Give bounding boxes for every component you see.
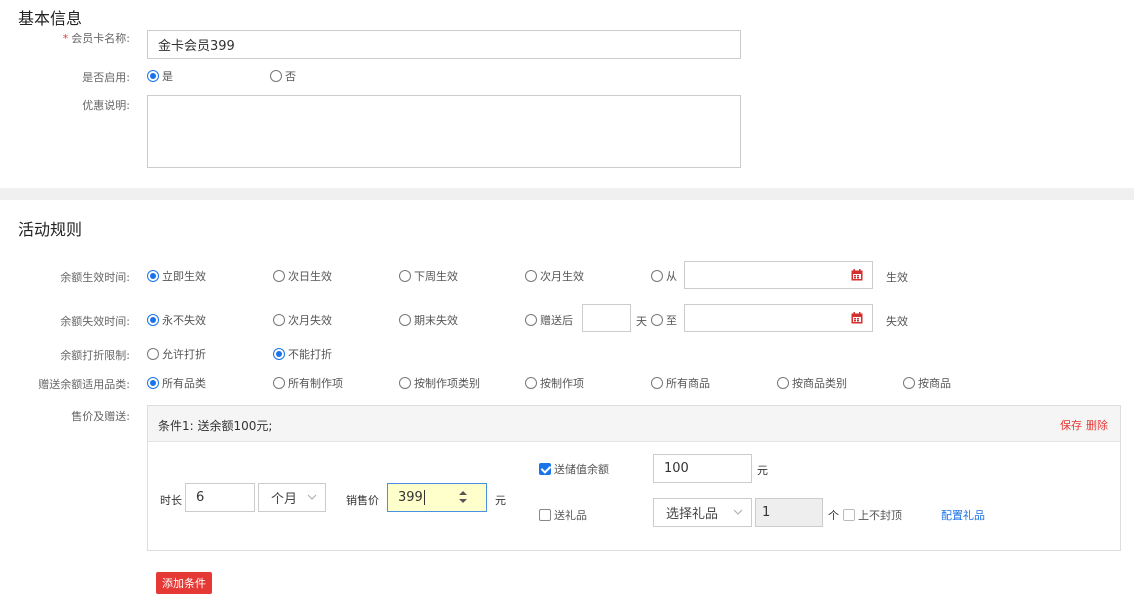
condition-title: 条件1: 送余额100元; <box>158 419 273 433</box>
radio-unchecked-icon <box>147 348 159 360</box>
radio-unchecked-icon <box>273 314 285 326</box>
discount-deny-radio[interactable]: 不能打折 <box>273 346 332 362</box>
sale-price-label: 销售价 <box>346 494 379 507</box>
category-by-goods-type-radio[interactable]: 按商品类别 <box>777 375 847 391</box>
expire-until-radio[interactable]: 至 <box>651 312 677 328</box>
category-label: 赠送余额适用品类: <box>38 378 130 391</box>
discount-allow-radio[interactable]: 允许打折 <box>147 346 206 362</box>
gift-balance-unit: 元 <box>757 464 768 477</box>
expire-date-input[interactable] <box>684 304 842 332</box>
gift-select[interactable]: 选择礼品 <box>653 498 752 527</box>
enabled-label: 是否启用: <box>82 71 130 84</box>
duration-unit-select[interactable]: 个月 <box>258 483 326 512</box>
gift-balance-input[interactable]: 100 <box>653 454 752 483</box>
category-all-radio[interactable]: 所有品类 <box>147 375 206 391</box>
radio-unchecked-icon <box>525 377 537 389</box>
radio-checked-icon <box>147 377 159 389</box>
expire-after-radio[interactable]: 赠送后 <box>525 312 573 328</box>
sale-price-unit: 元 <box>495 494 506 507</box>
category-all-goods-radio[interactable]: 所有商品 <box>651 375 710 391</box>
effective-from-radio[interactable]: 从 <box>651 268 677 284</box>
card-name-label: * 会员卡名称: <box>62 32 130 45</box>
add-condition-button[interactable]: 添加条件 <box>156 572 212 594</box>
effective-immediate-radio[interactable]: 立即生效 <box>147 268 206 284</box>
radio-unchecked-icon <box>270 70 282 82</box>
desc-label: 优惠说明: <box>82 99 130 112</box>
checkbox-unchecked-icon <box>539 509 551 521</box>
enabled-no-radio[interactable]: 否 <box>270 68 296 84</box>
radio-unchecked-icon <box>651 377 663 389</box>
spinner-icon[interactable] <box>458 490 468 504</box>
condition-save-link[interactable]: 保存 <box>1060 417 1082 433</box>
radio-unchecked-icon <box>777 377 789 389</box>
expire-days-input[interactable] <box>582 304 631 332</box>
rules-panel: 活动规则 余额生效时间: 立即生效 次日生效 下周生效 次月生效 从 生效 余额… <box>0 200 1134 608</box>
expire-suffix: 失效 <box>886 315 908 328</box>
radio-unchecked-icon <box>651 314 663 326</box>
effective-calendar-button[interactable] <box>841 261 873 289</box>
chevron-down-icon <box>307 494 317 500</box>
gift-balance-checkbox[interactable]: 送储值余额 <box>539 461 609 477</box>
enabled-yes-radio[interactable]: 是 <box>147 68 173 84</box>
effective-nextmonth-radio[interactable]: 次月生效 <box>525 268 584 284</box>
basic-info-panel: 基本信息 * 会员卡名称: 金卡会员399 是否启用: 是 否 优惠说明: <box>0 0 1134 188</box>
radio-unchecked-icon <box>273 270 285 282</box>
condition-box: 条件1: 送余额100元; 保存 删除 时长 6 个月 销售价 399 元 送储… <box>147 405 1121 551</box>
radio-checked-icon <box>147 270 159 282</box>
radio-checked-icon <box>147 70 159 82</box>
price-gift-label: 售价及赠送: <box>71 410 130 423</box>
radio-unchecked-icon <box>273 377 285 389</box>
gift-qty-input[interactable]: 1 <box>755 498 823 527</box>
radio-unchecked-icon <box>399 377 411 389</box>
expire-nextmonth-radio[interactable]: 次月失效 <box>273 312 332 328</box>
checkbox-checked-icon <box>539 463 551 475</box>
radio-checked-icon <box>273 348 285 360</box>
condition-header <box>148 406 1120 442</box>
card-name-input[interactable]: 金卡会员399 <box>147 30 741 59</box>
chevron-down-icon <box>733 509 743 515</box>
config-gift-link[interactable]: 配置礼品 <box>941 507 985 523</box>
calendar-icon <box>851 269 862 281</box>
category-by-goods-radio[interactable]: 按商品 <box>903 375 951 391</box>
sale-price-input[interactable]: 399 <box>387 483 487 512</box>
duration-input[interactable]: 6 <box>185 483 255 512</box>
basic-info-title: 基本信息 <box>18 9 83 28</box>
expire-never-radio[interactable]: 永不失效 <box>147 312 206 328</box>
radio-unchecked-icon <box>399 270 411 282</box>
category-by-item-radio[interactable]: 按制作项 <box>525 375 584 391</box>
gift-item-checkbox[interactable]: 送礼品 <box>539 507 587 523</box>
no-cap-checkbox[interactable]: 上不封顶 <box>843 507 902 523</box>
gift-qty-unit: 个 <box>828 509 839 522</box>
effective-date-input[interactable] <box>684 261 842 289</box>
radio-unchecked-icon <box>651 270 663 282</box>
expire-days-unit: 天 <box>636 315 647 328</box>
calendar-icon <box>851 312 862 324</box>
condition-delete-link[interactable]: 删除 <box>1086 417 1108 433</box>
radio-checked-icon <box>147 314 159 326</box>
expire-label: 余额失效时间: <box>60 315 130 328</box>
effective-label: 余额生效时间: <box>60 271 130 284</box>
checkbox-unchecked-icon <box>843 509 855 521</box>
effective-suffix: 生效 <box>886 271 908 284</box>
expire-periodend-radio[interactable]: 期末失效 <box>399 312 458 328</box>
radio-unchecked-icon <box>525 270 537 282</box>
expire-calendar-button[interactable] <box>841 304 873 332</box>
rules-title: 活动规则 <box>18 220 83 239</box>
category-by-item-type-radio[interactable]: 按制作项类别 <box>399 375 480 391</box>
effective-nextweek-radio[interactable]: 下周生效 <box>399 268 458 284</box>
text-cursor <box>423 490 425 505</box>
effective-nextday-radio[interactable]: 次日生效 <box>273 268 332 284</box>
radio-unchecked-icon <box>399 314 411 326</box>
discount-label: 余额打折限制: <box>60 349 130 362</box>
desc-textarea[interactable] <box>147 95 741 168</box>
radio-unchecked-icon <box>903 377 915 389</box>
radio-unchecked-icon <box>525 314 537 326</box>
duration-label: 时长 <box>160 494 182 507</box>
category-all-items-radio[interactable]: 所有制作项 <box>273 375 343 391</box>
